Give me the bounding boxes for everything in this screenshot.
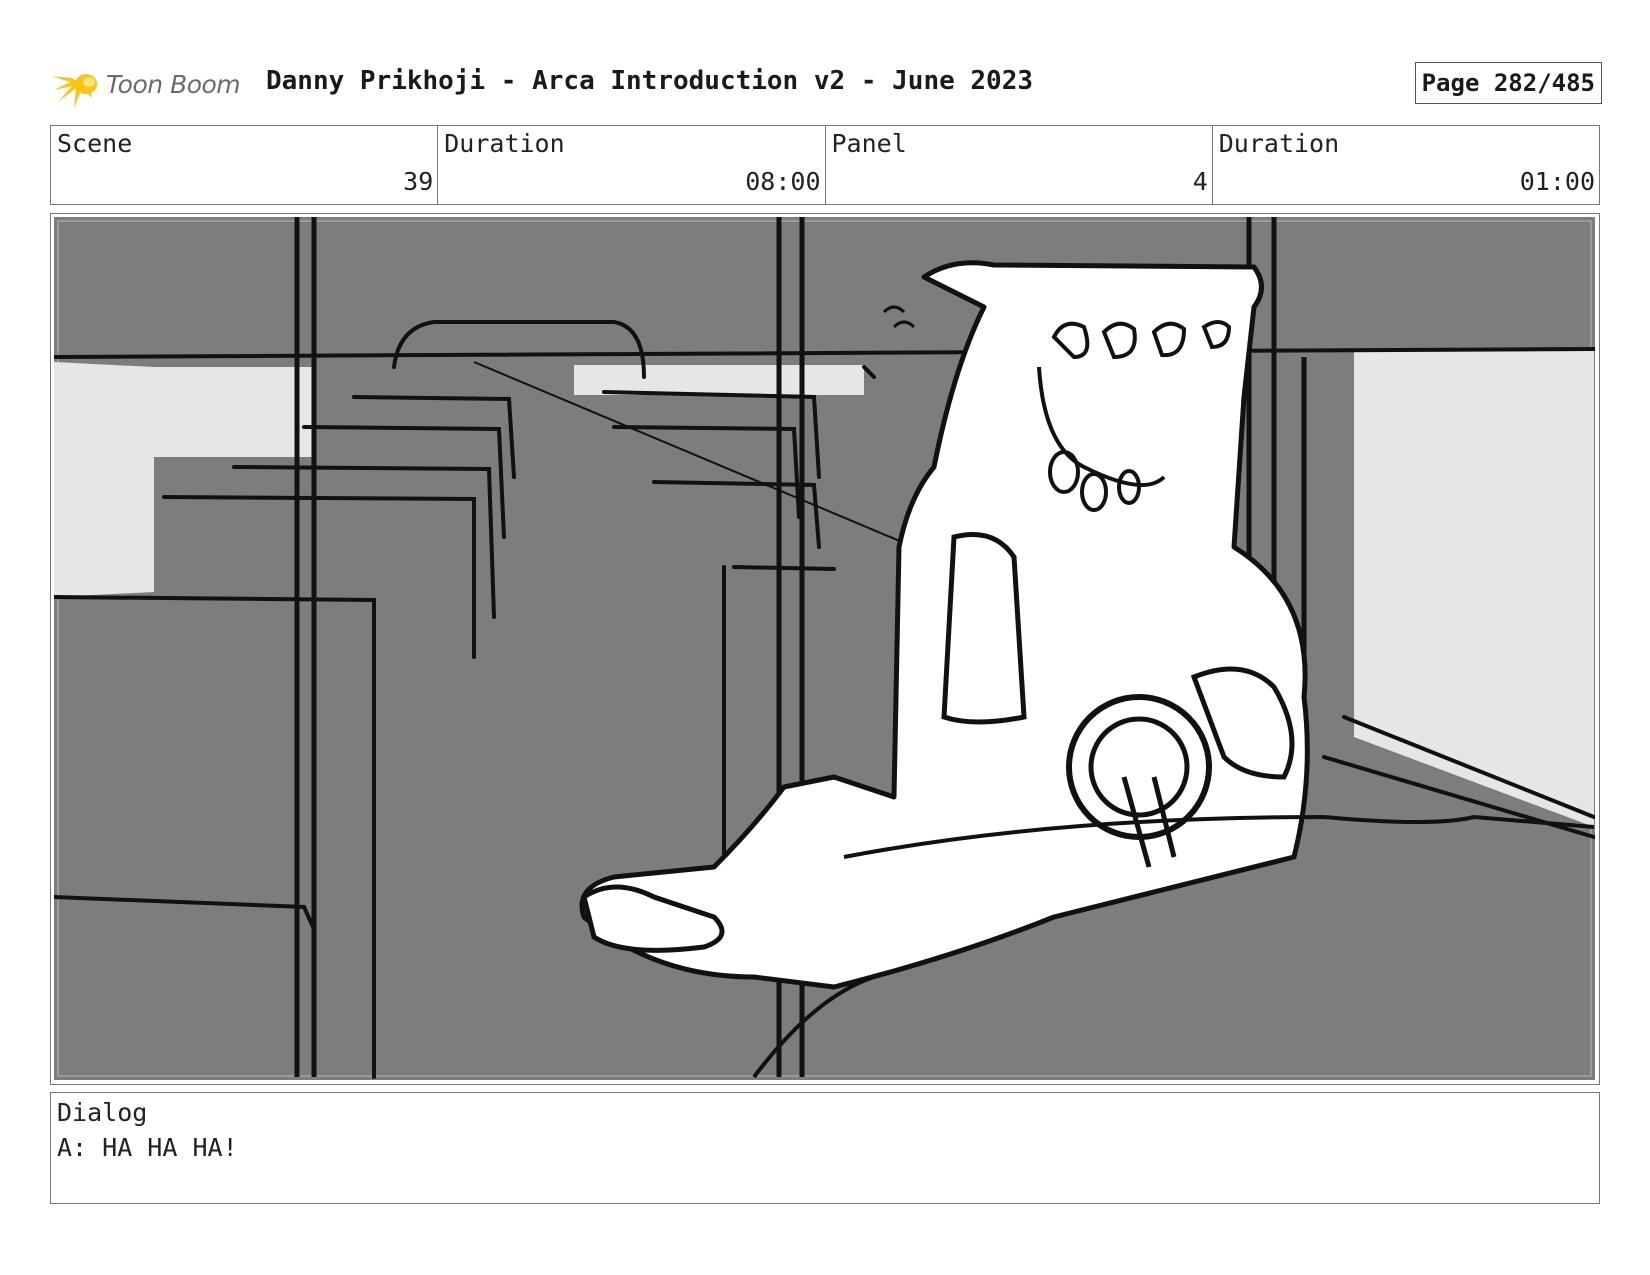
starburst-icon (52, 64, 97, 108)
toon-boom-logo: Toon Boom (52, 58, 241, 110)
page-number: Page 282/485 (1414, 62, 1602, 104)
scene-value: 39 (403, 167, 434, 196)
panel-label: Panel (831, 129, 907, 158)
dialog-box: Dialog A: HA HA HA! (50, 1092, 1600, 1204)
panel-duration-value: 01:00 (1519, 167, 1595, 196)
panel-duration-label: Duration (1218, 129, 1340, 158)
scene-cell: Scene 39 (51, 126, 439, 204)
logo-wordmark: Toon Boom (106, 69, 241, 99)
scene-duration-label: Duration (444, 129, 565, 158)
scene-duration-value: 08:00 (745, 167, 821, 196)
scene-info-table: Scene 39 Duration 08:00 Panel 4 Duration… (50, 125, 1600, 205)
panel-value: 4 (1192, 167, 1208, 196)
scene-label: Scene (57, 129, 133, 158)
document-title: Danny Prikhoji - Arca Introduction v2 - … (266, 66, 1034, 96)
panel-sketch (54, 217, 1595, 1080)
scene-duration-cell: Duration 08:00 (438, 126, 826, 204)
dialog-text: A: HA HA HA! (57, 1133, 238, 1162)
storyboard-panel (50, 213, 1600, 1085)
panel-duration-cell: Duration 01:00 (1213, 126, 1599, 204)
dialog-label: Dialog (57, 1098, 148, 1127)
page-header: Toon Boom Danny Prikhoji - Arca Introduc… (52, 58, 1602, 110)
panel-cell: Panel 4 (826, 126, 1213, 204)
